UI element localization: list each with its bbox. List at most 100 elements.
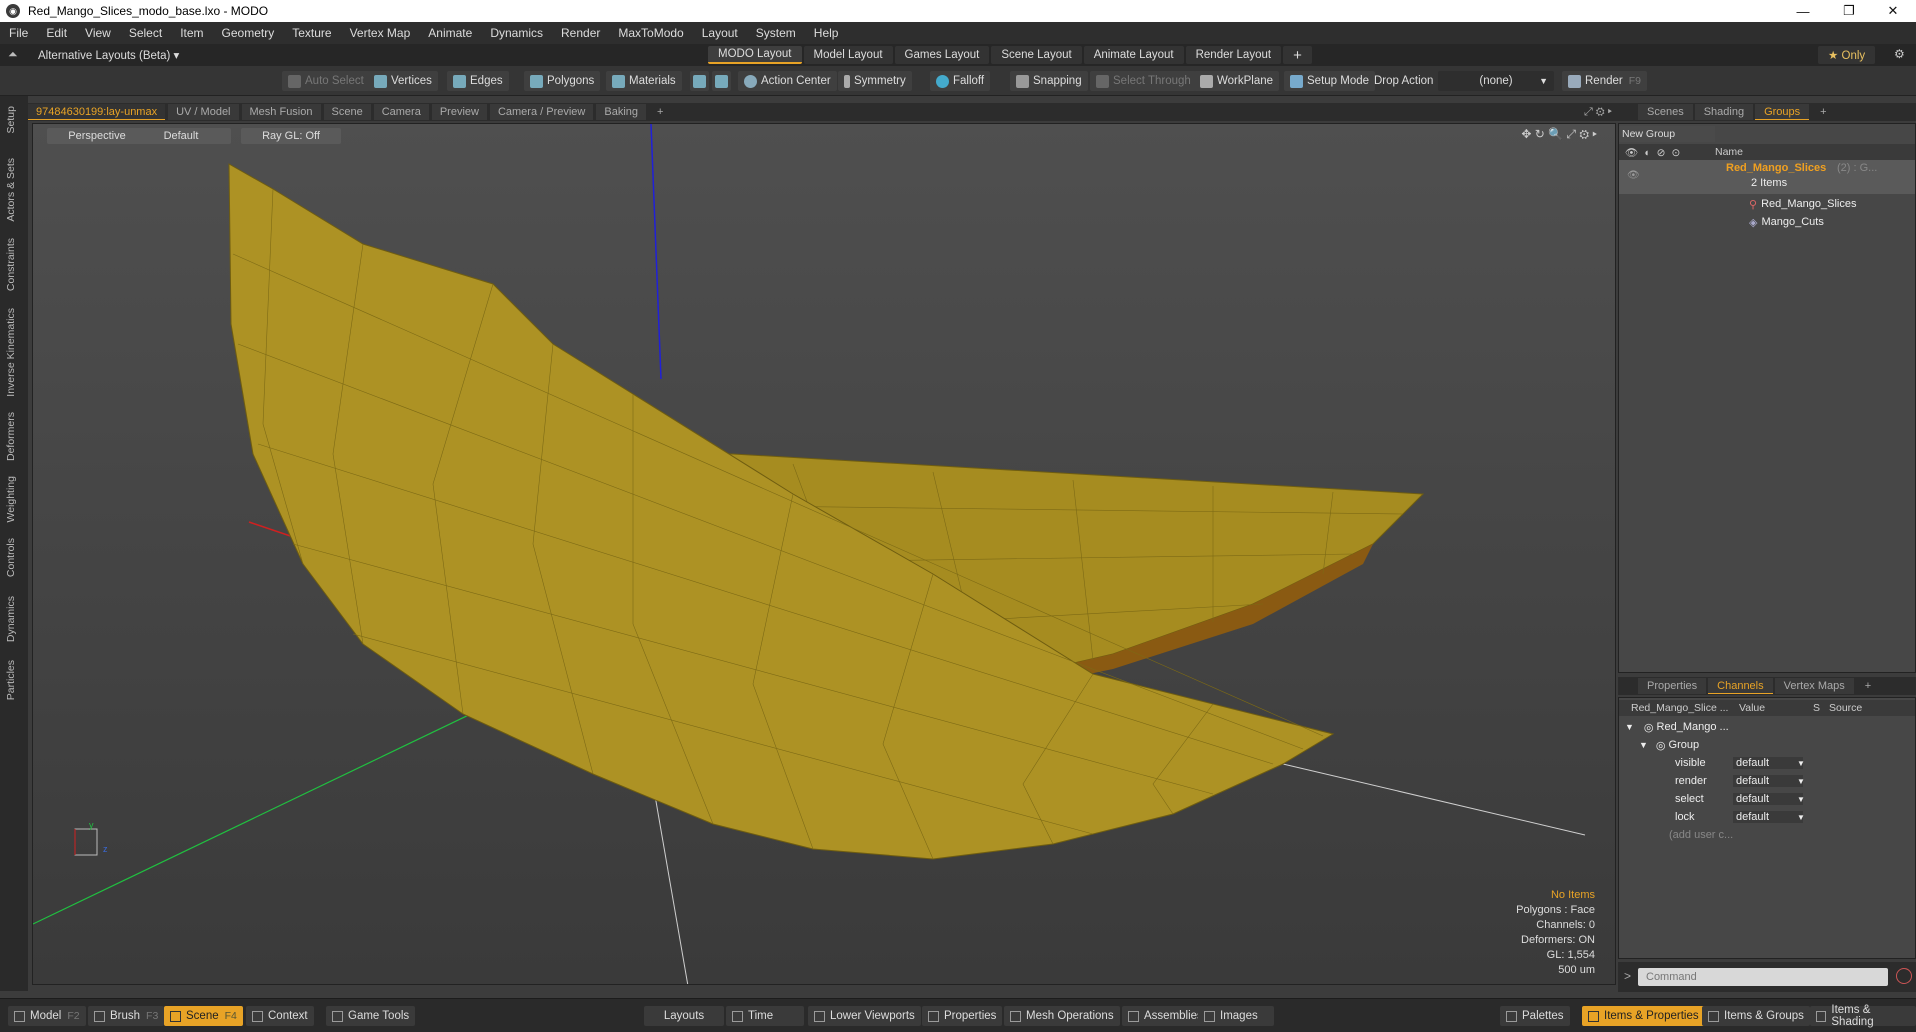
left-tab-constraints[interactable]: Constraints: [5, 238, 17, 291]
tab-animate-layout[interactable]: Animate Layout: [1083, 46, 1184, 64]
tab-scene[interactable]: Scene: [323, 104, 371, 120]
table-row[interactable]: render default ▼: [1675, 772, 1915, 790]
select-mode-a-button[interactable]: [690, 71, 709, 91]
menu-view[interactable]: View: [76, 26, 120, 40]
model-button[interactable]: Model F2: [8, 1006, 86, 1026]
menu-system[interactable]: System: [747, 26, 805, 40]
group-row[interactable]: 👁 Red_Mango_Slices (2) : G... 2 Items: [1619, 160, 1915, 194]
render-button[interactable]: Render F9: [1562, 71, 1647, 91]
channel-value-dropdown[interactable]: default: [1733, 793, 1803, 805]
game-tools-button[interactable]: Game Tools: [326, 1006, 416, 1026]
left-tab-actors-sets[interactable]: Actors & Sets: [5, 158, 17, 222]
menu-dynamics[interactable]: Dynamics: [481, 26, 552, 40]
left-tab-setup[interactable]: Setup: [5, 106, 17, 133]
left-tab-dynamics[interactable]: Dynamics: [5, 596, 17, 642]
left-tab-controls[interactable]: Controls: [5, 538, 17, 577]
tab-mesh-fusion[interactable]: Mesh Fusion: [241, 104, 321, 120]
record-icon[interactable]: [1896, 968, 1912, 984]
auto-select-button[interactable]: Auto Select: [282, 71, 370, 91]
3d-viewport[interactable]: Perspective Default Ray GL: Off ✥ ↻ 🔍 ⤢ …: [32, 123, 1616, 985]
layouts-button[interactable]: Layouts: [644, 1006, 724, 1026]
tab-baking[interactable]: Baking: [596, 104, 647, 120]
menu-select[interactable]: Select: [120, 26, 171, 40]
channels-group-row[interactable]: ▼ ◎ Group: [1639, 736, 1699, 754]
tab-channels[interactable]: Channels: [1708, 678, 1773, 694]
restore-icon[interactable]: ❐: [1826, 0, 1872, 22]
tab-properties[interactable]: Properties: [1638, 678, 1707, 694]
tab-scene-layout[interactable]: Scene Layout: [991, 46, 1082, 64]
mesh-operations-button[interactable]: Mesh Operations: [1004, 1006, 1120, 1026]
table-row[interactable]: visible default ▼: [1675, 754, 1915, 772]
alt-layouts-dropdown[interactable]: Alternative Layouts (Beta) ▾: [38, 48, 179, 62]
symmetry-button[interactable]: Symmetry: [838, 71, 912, 91]
channel-value-dropdown[interactable]: default: [1733, 757, 1803, 769]
workplane-button[interactable]: WorkPlane: [1194, 71, 1280, 91]
tab-modo-layout[interactable]: MODO Layout: [708, 46, 802, 64]
chevron-down-icon[interactable]: ▼: [1797, 759, 1805, 768]
channel-value-dropdown[interactable]: default: [1733, 775, 1803, 787]
channels-root-row[interactable]: ▼ ◎ Red_Mango ...: [1625, 718, 1729, 736]
viewport-options-icon[interactable]: ⤢ ⚙ ▸: [1584, 106, 1612, 119]
items-shading-button[interactable]: Items & Shading: [1810, 1004, 1916, 1028]
palettes-button[interactable]: Palettes: [1500, 1006, 1570, 1026]
eye-icon[interactable]: 👁: [1627, 170, 1640, 181]
add-layout-icon[interactable]: +: [1283, 46, 1312, 64]
scene-button[interactable]: Scene F4: [164, 1006, 243, 1026]
expand-icon[interactable]: ▼: [1625, 722, 1634, 732]
items-properties-button[interactable]: Items & Properties: [1582, 1006, 1705, 1026]
tab-uv-model[interactable]: UV / Model: [168, 104, 239, 120]
context-button[interactable]: Context: [246, 1006, 314, 1026]
chevron-down-icon[interactable]: ▼: [1797, 795, 1805, 804]
edges-button[interactable]: Edges: [447, 71, 509, 91]
tab-vertex-maps[interactable]: Vertex Maps: [1774, 678, 1854, 694]
menu-animate[interactable]: Animate: [419, 26, 481, 40]
items-groups-button[interactable]: Items & Groups: [1702, 1006, 1810, 1026]
menu-layout[interactable]: Layout: [693, 26, 747, 40]
expand-icon[interactable]: ▼: [1639, 740, 1648, 750]
snapping-button[interactable]: Snapping: [1010, 71, 1088, 91]
select-mode-b-button[interactable]: [712, 71, 731, 91]
new-group-button[interactable]: New Group: [1619, 126, 1715, 142]
drop-action-dropdown[interactable]: (none) ▼: [1438, 71, 1554, 91]
menu-texture[interactable]: Texture: [283, 26, 340, 40]
table-row[interactable]: lock default ▼: [1675, 808, 1915, 826]
add-panel-tab-icon[interactable]: +: [1811, 104, 1835, 120]
tab-groups[interactable]: Groups: [1755, 104, 1810, 120]
tab-lay-unmax[interactable]: 97484630199:lay-unmax: [28, 104, 166, 120]
left-tab-weighting[interactable]: Weighting: [5, 476, 17, 523]
tab-camera[interactable]: Camera: [373, 104, 429, 120]
falloff-button[interactable]: Falloff: [930, 71, 991, 91]
add-tab-icon[interactable]: +: [649, 104, 671, 120]
assemblies-button[interactable]: Assemblies: [1122, 1006, 1209, 1026]
minimize-icon[interactable]: —: [1780, 0, 1826, 22]
collapse-icon[interactable]: ⏶: [8, 47, 18, 62]
action-center-button[interactable]: Action Center: [738, 71, 837, 91]
menu-file[interactable]: File: [0, 26, 37, 40]
menu-maxtomodo[interactable]: MaxToModo: [609, 26, 692, 40]
channel-value-dropdown[interactable]: default: [1733, 811, 1803, 823]
menu-item[interactable]: Item: [171, 26, 212, 40]
tab-render-layout[interactable]: Render Layout: [1185, 46, 1282, 64]
lower-viewports-button[interactable]: Lower Viewports: [808, 1006, 921, 1026]
only-button[interactable]: ★ Only: [1818, 46, 1876, 64]
menu-vertex-map[interactable]: Vertex Map: [341, 26, 420, 40]
gear-icon[interactable]: ⚙: [1894, 47, 1905, 61]
command-input[interactable]: Command: [1638, 968, 1888, 986]
properties-button[interactable]: Properties: [922, 1006, 1003, 1026]
menu-geometry[interactable]: Geometry: [213, 26, 284, 40]
menu-render[interactable]: Render: [552, 26, 609, 40]
tab-camera-preview[interactable]: Camera / Preview: [489, 104, 594, 120]
chevron-down-icon[interactable]: ▼: [1797, 777, 1805, 786]
table-row[interactable]: select default ▼: [1675, 790, 1915, 808]
left-tab-inverse-kinematics[interactable]: Inverse Kinematics: [5, 308, 17, 397]
tab-model-layout[interactable]: Model Layout: [803, 46, 893, 64]
close-icon[interactable]: ✕: [1870, 0, 1916, 22]
materials-button[interactable]: Materials: [606, 71, 682, 91]
brush-button[interactable]: Brush F3: [88, 1006, 165, 1026]
left-tab-deformers[interactable]: Deformers: [5, 412, 17, 461]
tab-preview[interactable]: Preview: [431, 104, 487, 120]
tab-scenes[interactable]: Scenes: [1638, 104, 1693, 120]
tab-games-layout[interactable]: Games Layout: [894, 46, 990, 64]
menu-edit[interactable]: Edit: [37, 26, 76, 40]
menu-help[interactable]: Help: [805, 26, 848, 40]
